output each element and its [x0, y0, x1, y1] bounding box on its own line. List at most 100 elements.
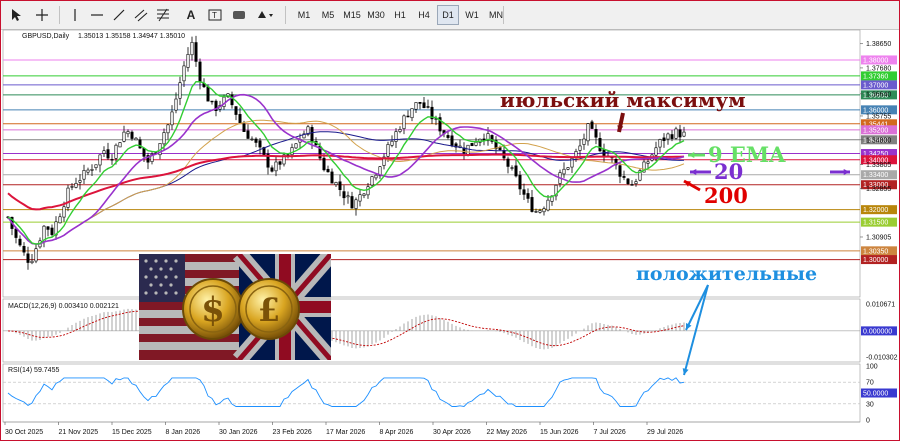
candle-body — [594, 129, 598, 138]
chart-canvas[interactable]: 1.380001.373601.370001.366001.360001.354… — [0, 0, 900, 441]
price-tick-label: 1.32855 — [866, 186, 891, 193]
candle-body — [294, 143, 298, 149]
candle-body — [238, 114, 242, 124]
svg-text:$: $ — [201, 290, 225, 330]
candle-body — [230, 94, 234, 106]
candle-body — [566, 167, 570, 170]
date-label: 30 Apr 2026 — [433, 429, 471, 436]
candle-body — [406, 115, 410, 118]
candle-body — [162, 132, 166, 145]
candle-body — [174, 98, 178, 111]
date-label: 22 May 2026 — [487, 429, 528, 436]
level-price-label: 1.33400 — [863, 172, 888, 179]
candle-body — [402, 115, 406, 129]
candle-body — [106, 149, 110, 159]
candle-body — [362, 193, 366, 196]
candle-body — [598, 138, 602, 152]
candle-body — [190, 41, 194, 56]
candle-body — [182, 65, 186, 82]
price-tick-label: 1.33805 — [866, 162, 891, 169]
candle-body — [82, 170, 86, 180]
macd-pane — [2, 298, 861, 363]
candle-body — [366, 186, 370, 196]
candle-body — [510, 167, 514, 169]
candle-body — [194, 42, 198, 62]
candle-body — [326, 168, 330, 173]
candle-body — [290, 147, 294, 156]
candle-body — [590, 121, 594, 129]
candle-body — [682, 131, 686, 137]
candle-body — [170, 111, 174, 126]
candle-body — [678, 129, 682, 138]
candle-body — [178, 82, 182, 99]
candle-body — [278, 161, 282, 165]
candle-body — [30, 260, 34, 264]
candle-body — [274, 161, 278, 172]
candle-body — [270, 167, 274, 172]
date-label: 29 Jul 2026 — [647, 429, 683, 436]
candle-body — [630, 184, 634, 186]
candle-body — [390, 140, 394, 146]
candle-body — [514, 165, 518, 177]
svg-text:£: £ — [258, 291, 280, 329]
level-price-label: 1.38000 — [863, 57, 888, 64]
candle-body — [102, 150, 106, 154]
candle-body — [74, 183, 78, 188]
candle-body — [546, 199, 550, 211]
price-tick-label: 1.38650 — [866, 41, 891, 48]
candle-body — [110, 159, 114, 161]
candle-body — [166, 124, 170, 134]
date-label: 7 Jul 2026 — [594, 429, 626, 436]
candle-body — [578, 145, 582, 151]
candle-body — [634, 181, 638, 184]
candle-body — [518, 174, 522, 190]
candle-body — [130, 131, 134, 139]
candle-body — [122, 131, 126, 142]
candle-body — [242, 123, 246, 132]
candle-body — [474, 142, 478, 146]
candle-body — [258, 140, 262, 148]
candle-body — [90, 169, 94, 171]
symbol-label: GBPUSD,Daily — [22, 33, 70, 40]
candle-body — [338, 181, 342, 191]
level-price-label: 1.35200 — [863, 127, 888, 134]
candle-body — [654, 147, 658, 156]
candle-body — [538, 210, 542, 213]
candle-body — [530, 197, 534, 212]
candle-body — [46, 226, 50, 230]
candle-body — [542, 208, 546, 213]
date-label: 17 Mar 2026 — [326, 429, 365, 436]
candle-body — [330, 171, 334, 184]
candle-body — [26, 253, 30, 263]
rsi-label: RSI(14) 59.7455 — [8, 367, 60, 374]
level-price-label: 1.30000 — [863, 257, 888, 264]
candle-body — [94, 164, 98, 168]
date-label: 30 Jan 2026 — [219, 429, 258, 436]
candle-body — [622, 176, 626, 178]
candle-body — [662, 137, 666, 141]
candle-body — [354, 199, 358, 209]
candle-body — [50, 227, 54, 235]
candle-body — [674, 128, 678, 139]
usd-gbp-coins-image: $ £ — [139, 254, 331, 360]
level-price-label: 1.30350 — [863, 248, 888, 255]
july-max-annotation: июльский максимум — [500, 88, 746, 112]
candle-body — [534, 211, 538, 213]
rsi-tick-label: 0 — [866, 418, 870, 425]
rsi-tick-label: 100 — [866, 364, 878, 371]
candle-body — [522, 189, 526, 195]
candle-body — [210, 100, 214, 103]
candle-body — [134, 137, 138, 141]
candle-body — [250, 138, 254, 141]
candle-body — [422, 102, 426, 108]
macd-value-label: 0.000000 — [863, 328, 892, 335]
rsi-pane — [2, 363, 861, 423]
candle-body — [414, 102, 418, 110]
candle-body — [526, 193, 530, 199]
candle-body — [142, 148, 146, 157]
candle-body — [186, 54, 190, 68]
candle-body — [466, 144, 470, 156]
candle-body — [398, 129, 402, 132]
candle-body — [470, 143, 474, 147]
candle-body — [618, 165, 622, 177]
